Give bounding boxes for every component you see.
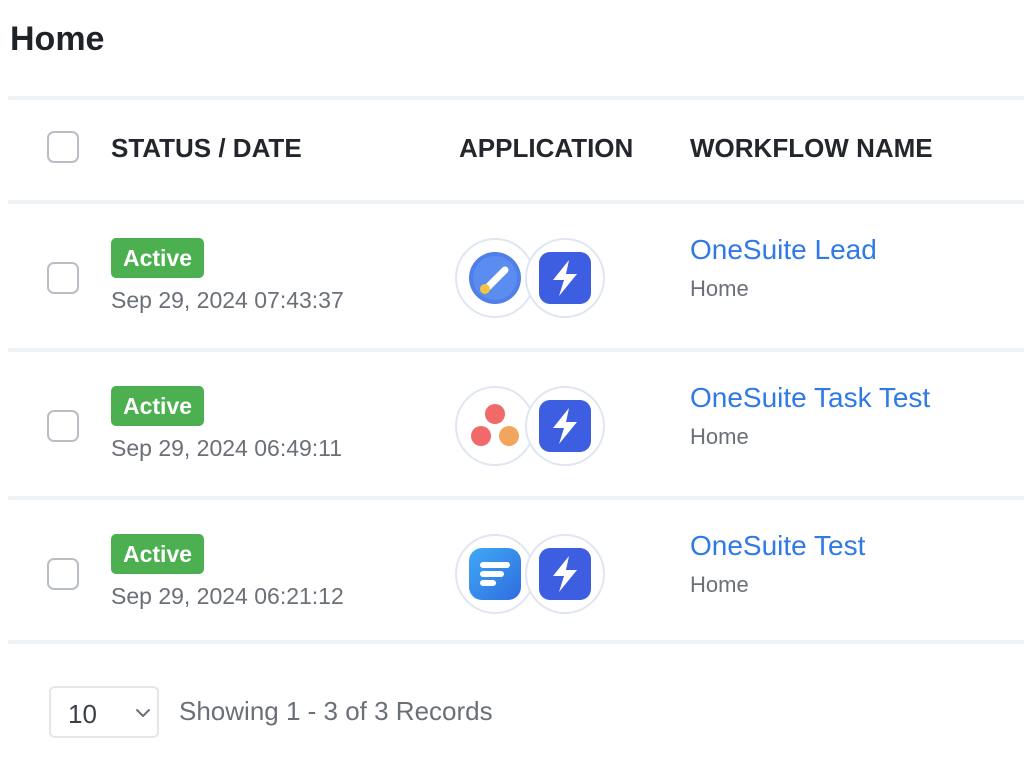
table-header-row: STATUS / DATE APPLICATION WORKFLOW NAME — [8, 96, 1024, 200]
page-title: Home — [10, 20, 105, 58]
records-summary: Showing 1 - 3 of 3 Records — [179, 696, 493, 726]
lightning-app-icon — [525, 386, 605, 466]
workflow-folder: Home — [690, 276, 749, 301]
workflow-name-link[interactable]: OneSuite Lead — [690, 234, 877, 266]
select-all-checkbox[interactable] — [47, 131, 79, 163]
row-date: Sep 29, 2024 06:21:12 — [111, 583, 344, 609]
lightning-app-icon — [525, 534, 605, 614]
table-bottom-divider — [8, 640, 1024, 644]
status-badge: Active — [111, 386, 205, 426]
header-status-date[interactable]: STATUS / DATE — [111, 133, 302, 164]
row-checkbox[interactable] — [47, 262, 79, 294]
workflow-folder: Home — [690, 424, 749, 449]
row-checkbox[interactable] — [47, 410, 79, 442]
workflow-name-link[interactable]: OneSuite Test — [690, 530, 865, 562]
stack-lines-app-icon — [455, 534, 535, 614]
status-badge: Active — [111, 534, 205, 574]
lightning-app-icon — [525, 238, 605, 318]
row-date: Sep 29, 2024 07:43:37 — [111, 287, 344, 313]
table-row: Active Sep 29, 2024 06:49:11 OneSuite Ta… — [8, 348, 1024, 496]
status-badge: Active — [111, 238, 205, 278]
workflow-name-link[interactable]: OneSuite Task Test — [690, 382, 930, 414]
table-row: Active Sep 29, 2024 06:21:12 OneSuite Te… — [8, 496, 1024, 644]
page-size-value: 10 — [68, 699, 97, 729]
header-workflow-name[interactable]: WORKFLOW NAME — [690, 133, 933, 164]
asana-icon — [455, 386, 535, 466]
chevron-down-icon — [135, 705, 151, 726]
row-date: Sep 29, 2024 06:49:11 — [111, 435, 343, 461]
table-row: Active Sep 29, 2024 07:43:37 OneSuite Le… — [8, 200, 1024, 348]
page-size-select[interactable]: 10 — [49, 686, 159, 738]
workflows-table: STATUS / DATE APPLICATION WORKFLOW NAME … — [8, 96, 1024, 644]
row-checkbox[interactable] — [47, 558, 79, 590]
workflow-folder: Home — [690, 572, 749, 597]
header-application[interactable]: APPLICATION — [459, 133, 633, 164]
google-tasks-icon — [455, 238, 535, 318]
